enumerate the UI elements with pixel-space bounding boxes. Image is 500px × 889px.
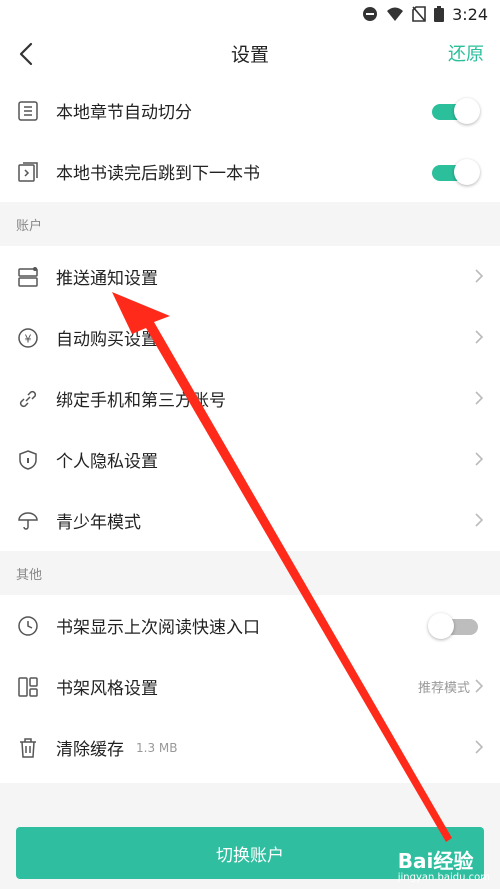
clock-icon bbox=[18, 615, 38, 636]
status-bar: 3:24 bbox=[0, 0, 500, 28]
row-auto-split[interactable]: 本地章节自动切分 bbox=[0, 80, 500, 141]
section-header-other: 其他 bbox=[0, 551, 500, 595]
chevron-right-icon bbox=[475, 740, 484, 754]
shelf-quick-entry-toggle[interactable] bbox=[428, 613, 480, 639]
row-shelf-style[interactable]: 书架风格设置 推荐模式 bbox=[0, 656, 500, 717]
chevron-right-icon bbox=[475, 679, 484, 693]
battery-icon bbox=[434, 6, 445, 22]
page-title: 设置 bbox=[230, 44, 269, 66]
shelf-style-label: 书架风格设置 bbox=[56, 679, 158, 699]
row-teen-mode[interactable]: 青少年模式 bbox=[0, 490, 500, 551]
toggle-knob bbox=[428, 613, 454, 639]
privacy-label: 个人隐私设置 bbox=[56, 452, 158, 472]
row-clear-cache[interactable]: 清除缓存 1.3 MB bbox=[0, 717, 500, 778]
toggle-knob bbox=[454, 98, 480, 124]
chevron-right-icon bbox=[475, 330, 484, 344]
shelf-style-value: 推荐模式 bbox=[417, 681, 470, 696]
row-next-book[interactable]: 本地书读完后跳到下一本书 bbox=[0, 141, 500, 202]
chapter-list-icon bbox=[18, 100, 38, 121]
link-icon bbox=[19, 390, 37, 407]
bind-account-label: 绑定手机和第三方账号 bbox=[56, 391, 226, 411]
auto-buy-label: 自动购买设置 bbox=[56, 330, 158, 350]
nav-bar: 设置 还原 bbox=[0, 28, 500, 80]
wifi-icon bbox=[387, 7, 404, 21]
row-privacy[interactable]: 个人隐私设置 bbox=[0, 429, 500, 490]
svg-text:¥: ¥ bbox=[25, 332, 32, 345]
shelf-quick-entry-label: 书架显示上次阅读快速入口 bbox=[56, 618, 260, 638]
restore-button[interactable]: 还原 bbox=[448, 40, 484, 66]
auto-split-toggle[interactable] bbox=[432, 98, 480, 124]
status-time: 3:24 bbox=[452, 4, 488, 24]
row-auto-buy[interactable]: ¥ 自动购买设置 bbox=[0, 307, 500, 368]
chevron-right-icon bbox=[475, 513, 484, 527]
row-shelf-quick-entry[interactable]: 书架显示上次阅读快速入口 bbox=[0, 595, 500, 656]
next-book-icon bbox=[18, 161, 38, 182]
toggle-knob bbox=[454, 159, 480, 185]
next-book-toggle[interactable] bbox=[432, 159, 480, 185]
chevron-right-icon bbox=[475, 452, 484, 466]
no-sim-icon bbox=[412, 6, 426, 22]
chevron-right-icon bbox=[475, 269, 484, 283]
dnd-icon bbox=[363, 7, 378, 21]
cache-size: 1.3 MB bbox=[136, 740, 178, 755]
row-bind-account[interactable]: 绑定手机和第三方账号 bbox=[0, 368, 500, 429]
layout-icon bbox=[18, 676, 38, 697]
yen-icon: ¥ bbox=[18, 327, 38, 348]
teen-mode-label: 青少年模式 bbox=[56, 513, 141, 533]
watermark: Bai经验 jingyan.baidu.com bbox=[398, 845, 490, 883]
section-header-account: 账户 bbox=[0, 202, 500, 246]
shield-icon bbox=[19, 449, 37, 470]
umbrella-icon bbox=[18, 511, 38, 530]
watermark-url: jingyan.baidu.com bbox=[397, 872, 490, 883]
row-push-settings[interactable]: 推送通知设置 bbox=[0, 246, 500, 307]
chevron-right-icon bbox=[475, 391, 484, 405]
trash-icon bbox=[20, 737, 36, 758]
next-book-label: 本地书读完后跳到下一本书 bbox=[56, 164, 260, 184]
watermark-logo: Bai经验 bbox=[397, 849, 474, 873]
push-settings-label: 推送通知设置 bbox=[56, 269, 158, 289]
clear-cache-label: 清除缓存 bbox=[56, 740, 124, 760]
auto-split-label: 本地章节自动切分 bbox=[56, 103, 192, 123]
notification-icon bbox=[18, 266, 38, 287]
